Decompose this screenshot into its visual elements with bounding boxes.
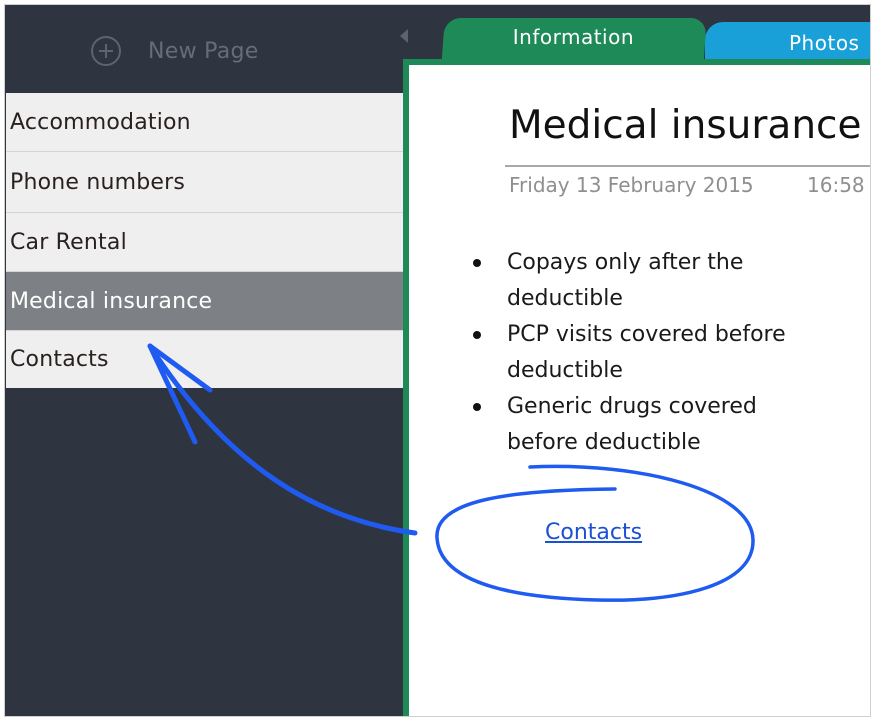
page-item-medical-insurance[interactable]: Medical insurance (6, 272, 403, 331)
page-item-accommodation[interactable]: Accommodation (6, 93, 403, 152)
page-item-label: Phone numbers (10, 169, 186, 195)
page-item-label: Car Rental (10, 229, 127, 255)
page-item-contacts[interactable]: Contacts (6, 331, 403, 388)
note-panel: Medical insurance Friday 13 February 201… (403, 59, 871, 717)
bullet-item: Copays only after the deductible (469, 245, 809, 317)
note-title[interactable]: Medical insurance (509, 103, 862, 148)
app-window: New Page Accommodation Phone numbers Car… (5, 5, 871, 717)
page-item-label: Medical insurance (10, 288, 213, 314)
page-item-label: Accommodation (10, 109, 191, 135)
plus-circle-icon (91, 36, 121, 66)
contacts-link[interactable]: Contacts (545, 520, 642, 545)
note-body: Medical insurance Friday 13 February 201… (409, 65, 871, 717)
page-item-car-rental[interactable]: Car Rental (6, 213, 403, 272)
note-date: Friday 13 February 2015 (509, 173, 754, 197)
page-item-label: Contacts (10, 347, 109, 372)
new-page-button[interactable]: New Page (91, 31, 259, 71)
new-page-label: New Page (148, 38, 259, 64)
page-item-phone-numbers[interactable]: Phone numbers (6, 152, 403, 213)
tab-photos-label: Photos (789, 31, 860, 55)
note-time: 16:58 (807, 173, 865, 197)
collapse-left-icon[interactable] (400, 29, 408, 43)
page-list: Accommodation Phone numbers Car Rental M… (6, 93, 403, 388)
bullet-list[interactable]: Copays only after the deductible PCP vis… (469, 245, 809, 461)
bullet-item: Generic drugs covered before deductible (469, 389, 809, 461)
bullet-item: PCP visits covered before deductible (469, 317, 809, 389)
title-divider (505, 165, 871, 167)
